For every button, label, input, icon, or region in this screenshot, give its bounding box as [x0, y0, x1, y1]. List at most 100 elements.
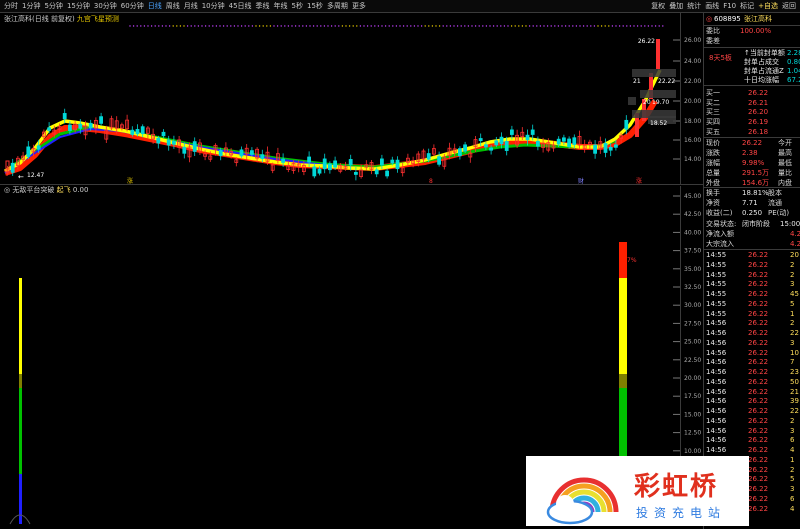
trade-row[interactable]: 14:56 26.22 23 [704, 368, 800, 377]
trade-row[interactable]: 14:56 26.22 6 [704, 436, 800, 445]
trade-price: 26.22 [748, 494, 769, 503]
candle-body [390, 159, 395, 164]
company-stat-label: 净资 [706, 199, 720, 207]
trade-row[interactable]: 14:55 26.22 2 [704, 261, 800, 270]
signal-dot [338, 25, 340, 27]
signal-dot [582, 25, 585, 27]
signal-dot [640, 25, 642, 27]
signal-dot [636, 25, 639, 27]
bid-row[interactable]: 买五 26.18 [704, 127, 800, 137]
trade-time: 14:56 [706, 329, 727, 337]
ind-tick-label: 42.50 [684, 211, 701, 218]
trade-row[interactable]: 14:56 26.22 7 [704, 358, 800, 367]
stat-label-2: 量比 [778, 169, 792, 177]
trade-row[interactable]: 14:56 26.22 21 [704, 388, 800, 397]
trade-row[interactable]: 14:56 26.22 50 [704, 378, 800, 387]
bid-price: 26.21 [748, 98, 769, 107]
period-tab[interactable]: 45日线 [227, 0, 254, 13]
signal-dot [572, 25, 574, 27]
signal-dot [183, 25, 185, 27]
moving-averages [4, 69, 662, 176]
stock-name: 张江高科 [744, 15, 772, 23]
period-tab[interactable]: 5秒 [290, 0, 305, 13]
trade-volume: 21 [790, 387, 799, 396]
trade-volume: 10 [790, 348, 799, 357]
signal-dot [395, 25, 398, 27]
period-tab[interactable]: 60分钟 [119, 0, 146, 13]
tool-button[interactable]: 画线 [703, 0, 721, 13]
tool-button[interactable]: 标记 [738, 0, 756, 13]
signal-dot [230, 25, 232, 27]
candle-body [156, 137, 161, 144]
trade-row[interactable]: 14:55 26.22 5 [704, 300, 800, 309]
flow-row: 净流入额 4.2 [704, 229, 800, 239]
tool-button[interactable]: 复权 [649, 0, 667, 13]
trade-row[interactable]: 14:55 26.22 45 [704, 290, 800, 299]
period-tab[interactable]: 5分钟 [42, 0, 64, 13]
candle-body [536, 140, 540, 147]
signal-dot [287, 25, 290, 27]
tool-button[interactable]: 叠加 [667, 0, 685, 13]
period-tab[interactable]: 年线 [272, 0, 290, 13]
period-tab[interactable]: 1分钟 [20, 0, 42, 13]
signal-dot [208, 25, 210, 27]
trade-row[interactable]: 14:56 26.22 3 [704, 427, 800, 436]
tool-button[interactable]: 统计 [685, 0, 703, 13]
signal-dot [435, 25, 437, 27]
period-tab[interactable]: 更多 [350, 0, 368, 13]
candle-body [489, 147, 494, 151]
trade-row[interactable]: 14:56 26.22 2 [704, 417, 800, 426]
trade-row[interactable]: 14:56 26.22 10 [704, 349, 800, 358]
trade-row[interactable]: 14:55 26.22 1 [704, 310, 800, 319]
period-tab[interactable]: 周线 [164, 0, 182, 13]
mark-8: 8 [429, 178, 433, 185]
trade-row[interactable]: 14:56 26.22 22 [704, 407, 800, 416]
ind-tick-label: 40.00 [684, 229, 701, 236]
signal-dot [482, 25, 484, 27]
bid-label: 买一 [706, 89, 720, 97]
trade-row[interactable]: 14:55 26.22 3 [704, 280, 800, 289]
mark-zhang-1: 涨 [127, 177, 133, 185]
period-tab[interactable]: 多周期 [325, 0, 350, 13]
trade-row[interactable]: 14:55 26.22 20 [704, 251, 800, 260]
signal-dot [575, 25, 578, 27]
signal-dot [474, 25, 477, 27]
trade-time: 14:55 [706, 299, 727, 308]
logo-title: 彩虹桥 [634, 472, 719, 502]
weicha-label: 委差 [706, 37, 720, 45]
period-tab[interactable]: 30分钟 [92, 0, 119, 13]
period-tab[interactable]: 15秒 [305, 0, 325, 13]
period-tab[interactable]: 日线 [146, 0, 164, 13]
trade-row[interactable]: 14:56 26.22 3 [704, 339, 800, 348]
candle-body [374, 169, 379, 175]
period-tab[interactable]: 季线 [254, 0, 272, 13]
streak-badge: 8天5板 [709, 53, 800, 63]
signal-dot [366, 25, 369, 27]
signal-dot [334, 25, 336, 27]
price-tick-label: 26.00 [684, 37, 701, 44]
tool-button[interactable]: F10 [721, 0, 738, 13]
bid-row[interactable]: 买四 26.19 [704, 117, 800, 127]
trade-price: 26.22 [748, 358, 769, 367]
period-tab[interactable]: 15分钟 [65, 0, 92, 13]
trade-row[interactable]: 14:56 26.22 39 [704, 397, 800, 406]
period-tab[interactable]: 10分钟 [200, 0, 227, 13]
tool-button[interactable]: +自选 [756, 0, 780, 13]
signal-dot [280, 25, 282, 27]
period-toolbar: 分时 1分钟 5分钟 15分钟 30分钟 60分钟 日线 周线 月线 10分钟 45日线 季线 年线 5秒… [0, 0, 800, 13]
kline-chart[interactable]: 26.00 24.00 22.00 20.00 18.00 16.00 14.00 26.2… [0, 13, 703, 185]
trade-row[interactable]: 14:56 26.22 22 [704, 329, 800, 338]
period-tab[interactable]: 月线 [182, 0, 200, 13]
stat-value: 2.38 [742, 149, 758, 157]
tool-button[interactable]: 返回 [780, 0, 798, 13]
bid-row[interactable]: 买三 26.20 [704, 107, 800, 117]
bid-row[interactable]: 买一 26.22 [704, 88, 800, 98]
trade-status-row: 交易状态: 闭市阶段 15:00 [704, 219, 800, 229]
indicator-bar-segment [19, 474, 22, 524]
period-tab[interactable]: 分时 [2, 0, 20, 13]
trade-row[interactable]: 14:56 26.22 4 [704, 446, 800, 455]
trade-row[interactable]: 14:55 26.22 2 [704, 271, 800, 280]
trade-row[interactable]: 14:56 26.22 2 [704, 319, 800, 328]
bid-row[interactable]: 买二 26.21 [704, 98, 800, 108]
seal-stat-row: 十日均涨幅 67.22 [704, 75, 800, 85]
